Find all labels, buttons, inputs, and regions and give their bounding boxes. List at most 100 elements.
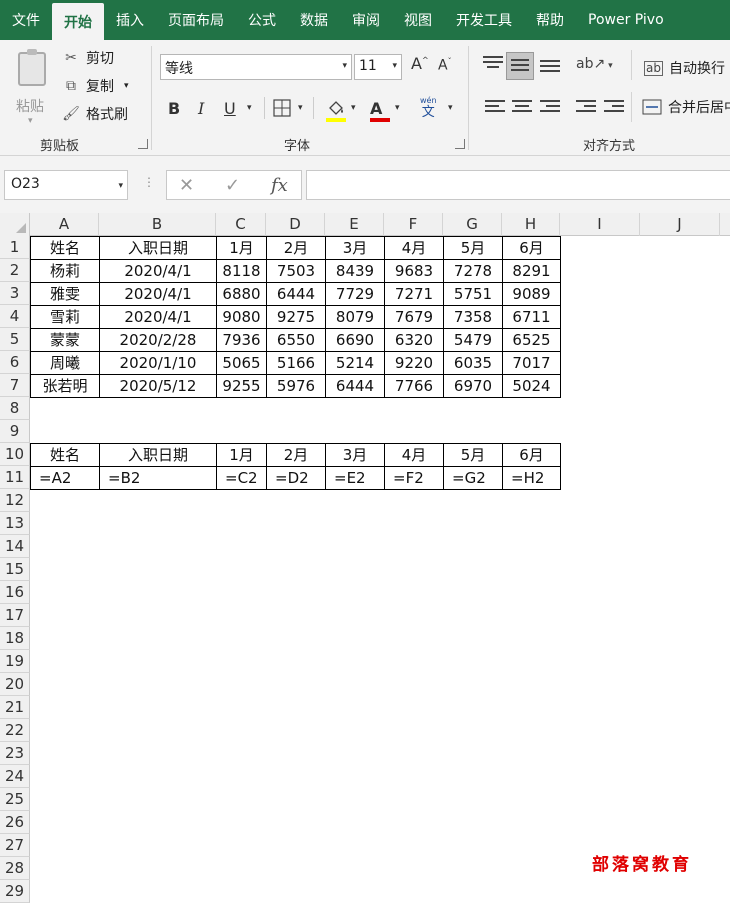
cell-C5[interactable]: 7936 bbox=[216, 328, 267, 352]
cancel-icon[interactable]: ✕ bbox=[179, 175, 194, 196]
row-header-7[interactable]: 7 bbox=[0, 374, 30, 397]
row-header-21[interactable]: 21 bbox=[0, 696, 30, 719]
cell-C6[interactable]: 5065 bbox=[216, 351, 267, 375]
tab-0[interactable]: 文件 bbox=[0, 0, 52, 40]
row-header-10[interactable]: 10 bbox=[0, 443, 30, 466]
chevron-down-icon[interactable]: ▾ bbox=[247, 96, 252, 120]
merge-center-button[interactable]: 合并后居中 bbox=[642, 97, 730, 117]
orientation-button[interactable]: ab↗ ▾ bbox=[576, 56, 613, 72]
cell-B6[interactable]: 2020/1/10 bbox=[99, 351, 217, 375]
cell-G1[interactable]: 5月 bbox=[443, 236, 503, 260]
clipboard-launcher-icon[interactable] bbox=[138, 139, 148, 149]
column-header-B[interactable]: B bbox=[99, 213, 216, 236]
column-header-I[interactable]: I bbox=[560, 213, 640, 236]
cell-B2[interactable]: 2020/4/1 bbox=[99, 259, 217, 283]
align-center-icon[interactable] bbox=[512, 100, 532, 116]
tab-4[interactable]: 公式 bbox=[236, 0, 288, 40]
align-right-icon[interactable] bbox=[540, 100, 560, 116]
cell-A4[interactable]: 雪莉 bbox=[30, 305, 100, 329]
row-header-19[interactable]: 19 bbox=[0, 650, 30, 673]
cell-F6[interactable]: 9220 bbox=[384, 351, 444, 375]
worksheet-grid[interactable]: A B C D E F G H I J 1 2 3 4 5 6 7 8 9 10 11 12 13 14 15 16 17 18 19 2… bbox=[0, 213, 730, 906]
font-launcher-icon[interactable] bbox=[455, 139, 465, 149]
cell-E11[interactable]: =E2 bbox=[325, 466, 385, 490]
cell-A1[interactable]: 姓名 bbox=[30, 236, 100, 260]
cell-C7[interactable]: 9255 bbox=[216, 374, 267, 398]
tab-3[interactable]: 页面布局 bbox=[156, 0, 236, 40]
align-middle-icon[interactable] bbox=[506, 52, 534, 80]
cell-A7[interactable]: 张若明 bbox=[30, 374, 100, 398]
cell-D3[interactable]: 6444 bbox=[266, 282, 326, 306]
italic-button[interactable]: I bbox=[198, 96, 204, 120]
cell-B3[interactable]: 2020/4/1 bbox=[99, 282, 217, 306]
cell-D4[interactable]: 9275 bbox=[266, 305, 326, 329]
column-header-E[interactable]: E bbox=[325, 213, 384, 236]
row-header-6[interactable]: 6 bbox=[0, 351, 30, 374]
decrease-font-size-button[interactable]: Aˇ bbox=[438, 57, 452, 74]
row-header-8[interactable]: 8 bbox=[0, 397, 30, 420]
cell-D6[interactable]: 5166 bbox=[266, 351, 326, 375]
row-header-26[interactable]: 26 bbox=[0, 811, 30, 834]
cell-A10[interactable]: 姓名 bbox=[30, 443, 100, 467]
cell-B10[interactable]: 入职日期 bbox=[99, 443, 217, 467]
cell-A5[interactable]: 蒙蒙 bbox=[30, 328, 100, 352]
cell-B4[interactable]: 2020/4/1 bbox=[99, 305, 217, 329]
cell-E10[interactable]: 3月 bbox=[325, 443, 385, 467]
cell-C11[interactable]: =C2 bbox=[216, 466, 267, 490]
cell-G4[interactable]: 7358 bbox=[443, 305, 503, 329]
resize-handle-icon[interactable]: ⋮ bbox=[143, 175, 155, 189]
font-name-select[interactable]: 等线 ▾ bbox=[160, 54, 352, 80]
cell-C3[interactable]: 6880 bbox=[216, 282, 267, 306]
row-header-3[interactable]: 3 bbox=[0, 282, 30, 305]
increase-indent-icon[interactable] bbox=[604, 100, 624, 116]
tab-7[interactable]: 视图 bbox=[392, 0, 444, 40]
column-header-F[interactable]: F bbox=[384, 213, 443, 236]
tab-9[interactable]: 帮助 bbox=[524, 0, 576, 40]
cell-G2[interactable]: 7278 bbox=[443, 259, 503, 283]
row-header-2[interactable]: 2 bbox=[0, 259, 30, 282]
select-all-corner[interactable] bbox=[0, 213, 30, 236]
cell-H5[interactable]: 6525 bbox=[502, 328, 561, 352]
cell-G6[interactable]: 6035 bbox=[443, 351, 503, 375]
cell-D2[interactable]: 7503 bbox=[266, 259, 326, 283]
wrap-text-button[interactable]: ab 自动换行 bbox=[644, 58, 725, 78]
row-header-23[interactable]: 23 bbox=[0, 742, 30, 765]
cell-G11[interactable]: =G2 bbox=[443, 466, 503, 490]
tab-8[interactable]: 开发工具 bbox=[444, 0, 524, 40]
cell-A2[interactable]: 杨莉 bbox=[30, 259, 100, 283]
cell-E7[interactable]: 6444 bbox=[325, 374, 385, 398]
row-header-17[interactable]: 17 bbox=[0, 604, 30, 627]
cell-E3[interactable]: 7729 bbox=[325, 282, 385, 306]
copy-button[interactable]: ⧉ 复制 ▾ bbox=[62, 76, 129, 96]
row-header-11[interactable]: 11 bbox=[0, 466, 30, 489]
enter-icon[interactable]: ✓ bbox=[225, 175, 240, 196]
cell-H1[interactable]: 6月 bbox=[502, 236, 561, 260]
cell-D11[interactable]: =D2 bbox=[266, 466, 326, 490]
cell-G3[interactable]: 5751 bbox=[443, 282, 503, 306]
cell-F11[interactable]: =F2 bbox=[384, 466, 444, 490]
name-box[interactable]: O23 ▾ bbox=[4, 170, 128, 200]
row-header-1[interactable]: 1 bbox=[0, 236, 30, 259]
row-header-13[interactable]: 13 bbox=[0, 512, 30, 535]
row-header-22[interactable]: 22 bbox=[0, 719, 30, 742]
row-header-12[interactable]: 12 bbox=[0, 489, 30, 512]
cell-E6[interactable]: 5214 bbox=[325, 351, 385, 375]
cell-H10[interactable]: 6月 bbox=[502, 443, 561, 467]
cell-H11[interactable]: =H2 bbox=[502, 466, 561, 490]
cell-D1[interactable]: 2月 bbox=[266, 236, 326, 260]
cell-H7[interactable]: 5024 bbox=[502, 374, 561, 398]
borders-button[interactable] bbox=[273, 96, 291, 120]
cell-E2[interactable]: 8439 bbox=[325, 259, 385, 283]
row-header-16[interactable]: 16 bbox=[0, 581, 30, 604]
cell-B5[interactable]: 2020/2/28 bbox=[99, 328, 217, 352]
formula-input[interactable] bbox=[306, 170, 730, 200]
row-header-5[interactable]: 5 bbox=[0, 328, 30, 351]
align-bottom-icon[interactable] bbox=[540, 60, 560, 76]
cell-B11[interactable]: =B2 bbox=[99, 466, 217, 490]
row-header-15[interactable]: 15 bbox=[0, 558, 30, 581]
tab-1[interactable]: 开始 bbox=[52, 3, 104, 40]
cell-B1[interactable]: 入职日期 bbox=[99, 236, 217, 260]
row-header-4[interactable]: 4 bbox=[0, 305, 30, 328]
phonetic-guide-button[interactable]: wén 文 bbox=[420, 96, 437, 120]
cell-C1[interactable]: 1月 bbox=[216, 236, 267, 260]
